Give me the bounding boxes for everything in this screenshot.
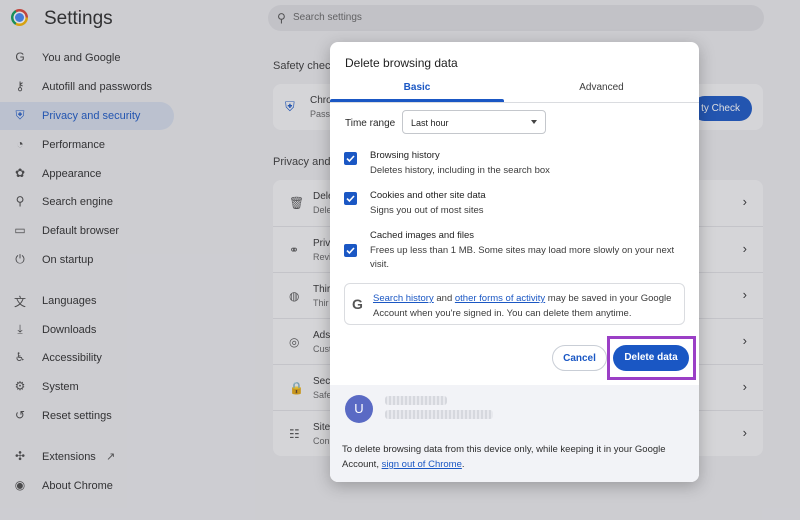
google-account-notice: G Search history and other forms of acti… <box>344 283 685 325</box>
delete-data-button[interactable]: Delete data <box>613 345 689 371</box>
avatar-initial: U <box>354 401 364 416</box>
dialog-title: Delete browsing data <box>345 56 458 70</box>
checkmark-icon <box>346 155 355 163</box>
delete-button-label: Delete data <box>624 352 678 363</box>
option-description: Deletes history, including in the search… <box>370 165 550 176</box>
google-notice-text: Search history and other forms of activi… <box>373 291 679 321</box>
time-range-label: Time range <box>345 118 396 129</box>
dialog-footer: U To delete browsing data from this devi… <box>330 385 699 482</box>
option-title: Cached images and files <box>370 230 475 241</box>
sign-out-link[interactable]: sign out of Chrome <box>382 459 462 470</box>
time-range-value: Last hour <box>411 118 449 128</box>
delete-browsing-data-dialog: Delete browsing data Basic Advanced Time… <box>330 42 699 482</box>
footer-text-end: . <box>461 459 465 470</box>
google-g-icon: G <box>352 296 363 312</box>
browsing-history-checkbox[interactable] <box>344 152 357 165</box>
option-cached-images: Cached images and files Frees up less th… <box>344 230 689 276</box>
option-cookies: Cookies and other site data Signs you ou… <box>344 190 689 222</box>
search-history-link[interactable]: Search history <box>373 293 434 304</box>
option-browsing-history: Browsing history Deletes history, includ… <box>344 150 689 182</box>
checkmark-icon <box>346 247 355 255</box>
option-title: Browsing history <box>370 150 440 161</box>
option-description: Frees up less than 1 MB. Some sites may … <box>370 245 675 270</box>
redacted-account-name <box>385 396 447 405</box>
cancel-button-label: Cancel <box>563 353 596 364</box>
notice-connector: and <box>433 293 455 304</box>
cookies-checkbox[interactable] <box>344 192 357 205</box>
tab-divider <box>330 102 699 103</box>
cached-images-checkbox[interactable] <box>344 244 357 257</box>
tab-advanced[interactable]: Advanced <box>504 78 699 102</box>
avatar: U <box>345 395 373 423</box>
time-range-select[interactable]: Last hour <box>402 110 546 134</box>
footer-text: To delete browsing data from this device… <box>342 442 692 472</box>
checkmark-icon <box>346 195 355 203</box>
cancel-button[interactable]: Cancel <box>552 345 607 371</box>
dropdown-caret-icon <box>531 120 537 124</box>
option-description: Signs you out of most sites <box>370 205 484 216</box>
other-activity-link[interactable]: other forms of activity <box>455 293 545 304</box>
option-title: Cookies and other site data <box>370 190 486 201</box>
redacted-account-email <box>385 410 493 419</box>
